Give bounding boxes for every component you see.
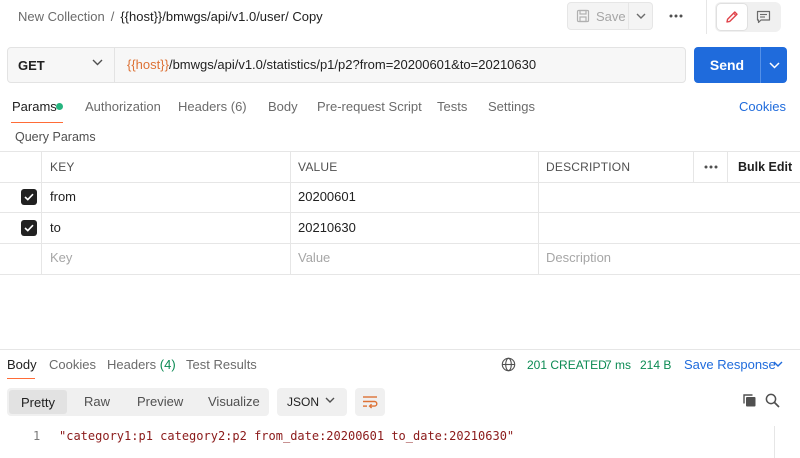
table-col-divider — [41, 151, 42, 274]
table-options-button[interactable] — [703, 160, 719, 174]
save-dropdown-button[interactable] — [629, 2, 653, 30]
view-pretty[interactable]: Pretty — [9, 390, 67, 414]
wrap-lines-icon — [363, 396, 378, 409]
new-param-value-input[interactable]: Value — [298, 250, 330, 266]
tab-headers[interactable]: Headers (6) — [178, 98, 247, 116]
new-param-description-input[interactable]: Description — [546, 250, 611, 266]
globe-icon — [501, 357, 516, 372]
chevron-down-icon — [768, 61, 780, 69]
view-preview[interactable]: Preview — [137, 394, 183, 410]
response-tab-headers[interactable]: Headers (4) — [107, 357, 176, 373]
copy-icon[interactable] — [742, 393, 757, 408]
active-tab-underline — [11, 122, 63, 123]
param-key[interactable]: from — [50, 189, 76, 205]
save-button[interactable]: Save — [567, 2, 629, 30]
table-col-divider — [693, 151, 694, 182]
active-response-tab-underline — [7, 378, 35, 379]
ellipsis-icon — [669, 14, 683, 18]
toolbar-divider — [706, 0, 707, 34]
line-number: 1 — [33, 429, 41, 443]
comments-button[interactable] — [748, 4, 778, 30]
response-tab-headers-label: Headers — [107, 357, 157, 372]
table-col-divider — [538, 151, 539, 274]
param-checkbox[interactable] — [21, 189, 37, 205]
method-divider — [114, 48, 115, 82]
new-param-key-input[interactable]: Key — [50, 250, 72, 266]
tab-authorization[interactable]: Authorization — [85, 98, 161, 116]
response-scrollbar[interactable] — [774, 426, 775, 458]
wrap-lines-button[interactable] — [355, 388, 385, 416]
breadcrumb-collection[interactable]: New Collection — [18, 9, 105, 24]
chevron-down-icon — [773, 361, 783, 367]
view-raw[interactable]: Raw — [84, 394, 110, 410]
language-select[interactable]: JSON — [277, 388, 347, 416]
bulk-edit-button[interactable]: Bulk Edit — [738, 159, 792, 175]
response-headers-count: (4) — [159, 357, 176, 372]
column-header-key: KEY — [50, 160, 75, 174]
response-size[interactable]: 214 B — [640, 357, 671, 373]
checkmark-icon — [24, 224, 34, 232]
table-border-bottom — [0, 274, 800, 275]
view-visualize[interactable]: Visualize — [208, 394, 260, 410]
cookies-link[interactable]: Cookies — [739, 98, 786, 116]
param-value[interactable]: 20210630 — [298, 220, 356, 236]
tab-body[interactable]: Body — [268, 98, 298, 116]
tab-settings[interactable]: Settings — [488, 98, 535, 116]
send-dropdown-button[interactable] — [760, 47, 787, 83]
response-time[interactable]: 7 ms — [605, 357, 631, 373]
send-button[interactable]: Send — [694, 47, 760, 83]
param-value[interactable]: 20200601 — [298, 189, 356, 205]
save-response-button[interactable]: Save Response — [684, 357, 776, 373]
tab-tests[interactable]: Tests — [437, 98, 467, 116]
table-col-divider — [290, 151, 291, 274]
ellipsis-icon — [704, 165, 718, 169]
response-body-line[interactable]: "category1:p1 category2:p2 from_date:202… — [59, 428, 514, 444]
search-icon[interactable] — [765, 393, 780, 408]
floppy-disk-icon — [576, 9, 590, 23]
table-row-divider — [0, 243, 800, 244]
breadcrumb: New Collection / {{host}}/bmwgs/api/v1.0/u… — [18, 9, 323, 25]
param-key[interactable]: to — [50, 220, 61, 236]
breadcrumb-separator: / — [110, 9, 115, 24]
table-border-top — [0, 151, 800, 152]
edit-mode-button[interactable] — [717, 4, 747, 30]
table-row-divider — [0, 182, 800, 183]
pencil-icon — [726, 11, 738, 23]
chevron-down-icon — [92, 59, 103, 66]
url-path: /bmwgs/api/v1.0/statistics/p1/p2?from=20… — [168, 57, 537, 72]
response-tab-cookies[interactable]: Cookies — [49, 357, 96, 373]
query-params-title: Query Params — [15, 130, 96, 144]
save-label: Save — [596, 8, 626, 24]
params-indicator-dot — [56, 103, 63, 110]
url-variable: {{host}} — [127, 57, 169, 72]
comment-icon — [756, 10, 770, 24]
checkmark-icon — [24, 193, 34, 201]
param-checkbox[interactable] — [21, 220, 37, 236]
response-divider — [0, 349, 800, 350]
chevron-down-icon — [325, 397, 335, 403]
tab-params[interactable]: Params — [12, 98, 57, 116]
response-status[interactable]: 201 CREATED — [527, 357, 607, 373]
response-tab-body[interactable]: Body — [7, 357, 37, 373]
column-header-value: VALUE — [298, 160, 338, 174]
more-options-button[interactable] — [664, 6, 688, 26]
chevron-down-icon — [636, 13, 645, 19]
request-name[interactable]: {{host}}/bmwgs/api/v1.0/user/ Copy — [120, 9, 322, 24]
url-input[interactable]: {{host}}/bmwgs/api/v1.0/statistics/p1/p2… — [127, 57, 536, 73]
response-tab-test-results[interactable]: Test Results — [186, 357, 257, 373]
table-row-divider — [0, 212, 800, 213]
tab-prerequest-script[interactable]: Pre-request Script — [317, 98, 422, 116]
table-col-divider — [727, 151, 728, 182]
column-header-description: DESCRIPTION — [546, 160, 631, 174]
